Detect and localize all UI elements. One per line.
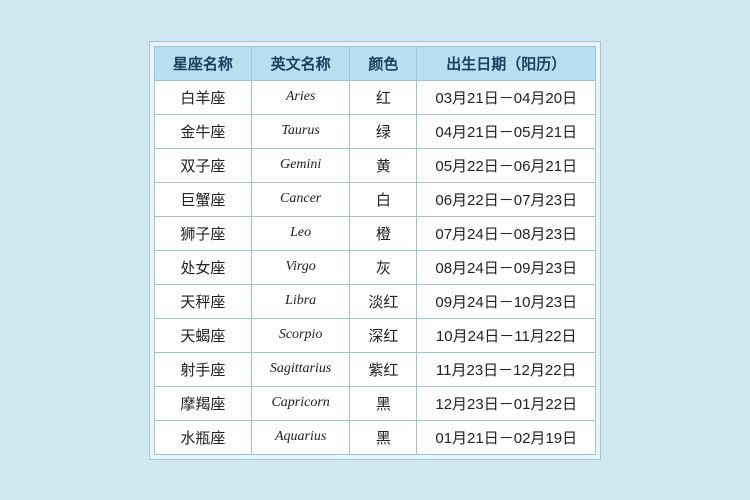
table-row: 白羊座Aries红03月21日－04月20日 xyxy=(154,80,595,114)
table-header-row: 星座名称 英文名称 颜色 出生日期（阳历） xyxy=(154,46,595,80)
table-cell-r7-c3: 10月24日－11月22日 xyxy=(417,318,596,352)
table-cell-r6-c2: 淡红 xyxy=(350,284,417,318)
table-cell-r4-c3: 07月24日－08月23日 xyxy=(417,216,596,250)
table-cell-r3-c2: 白 xyxy=(350,182,417,216)
table-cell-r8-c0: 射手座 xyxy=(154,352,251,386)
table-cell-r2-c0: 双子座 xyxy=(154,148,251,182)
zodiac-table: 星座名称 英文名称 颜色 出生日期（阳历） 白羊座Aries红03月21日－04… xyxy=(154,46,596,455)
table-cell-r2-c2: 黄 xyxy=(350,148,417,182)
table-cell-r6-c1: Libra xyxy=(251,284,349,318)
table-cell-r0-c0: 白羊座 xyxy=(154,80,251,114)
table-row: 双子座Gemini黄05月22日－06月21日 xyxy=(154,148,595,182)
table-row: 金牛座Taurus绿04月21日－05月21日 xyxy=(154,114,595,148)
table-cell-r3-c1: Cancer xyxy=(251,182,349,216)
table-cell-r8-c3: 11月23日－12月22日 xyxy=(417,352,596,386)
table-cell-r8-c1: Sagittarius xyxy=(251,352,349,386)
zodiac-table-container: 星座名称 英文名称 颜色 出生日期（阳历） 白羊座Aries红03月21日－04… xyxy=(149,41,601,460)
table-cell-r1-c2: 绿 xyxy=(350,114,417,148)
table-cell-r7-c1: Scorpio xyxy=(251,318,349,352)
table-cell-r0-c1: Aries xyxy=(251,80,349,114)
table-cell-r6-c3: 09月24日－10月23日 xyxy=(417,284,596,318)
table-cell-r1-c1: Taurus xyxy=(251,114,349,148)
table-cell-r4-c0: 狮子座 xyxy=(154,216,251,250)
table-cell-r8-c2: 紫红 xyxy=(350,352,417,386)
table-row: 摩羯座Capricorn黑12月23日－01月22日 xyxy=(154,386,595,420)
table-cell-r1-c3: 04月21日－05月21日 xyxy=(417,114,596,148)
table-cell-r9-c1: Capricorn xyxy=(251,386,349,420)
table-cell-r2-c1: Gemini xyxy=(251,148,349,182)
table-cell-r5-c1: Virgo xyxy=(251,250,349,284)
table-row: 狮子座Leo橙07月24日－08月23日 xyxy=(154,216,595,250)
table-cell-r7-c0: 天蝎座 xyxy=(154,318,251,352)
table-cell-r1-c0: 金牛座 xyxy=(154,114,251,148)
table-cell-r5-c2: 灰 xyxy=(350,250,417,284)
col-header-date: 出生日期（阳历） xyxy=(417,46,596,80)
table-cell-r10-c3: 01月21日－02月19日 xyxy=(417,420,596,454)
table-row: 处女座Virgo灰08月24日－09月23日 xyxy=(154,250,595,284)
table-cell-r10-c0: 水瓶座 xyxy=(154,420,251,454)
table-cell-r9-c2: 黑 xyxy=(350,386,417,420)
table-cell-r10-c1: Aquarius xyxy=(251,420,349,454)
table-cell-r6-c0: 天秤座 xyxy=(154,284,251,318)
table-row: 水瓶座Aquarius黑01月21日－02月19日 xyxy=(154,420,595,454)
table-cell-r0-c2: 红 xyxy=(350,80,417,114)
col-header-color: 颜色 xyxy=(350,46,417,80)
table-cell-r10-c2: 黑 xyxy=(350,420,417,454)
table-cell-r7-c2: 深红 xyxy=(350,318,417,352)
table-cell-r9-c3: 12月23日－01月22日 xyxy=(417,386,596,420)
table-cell-r9-c0: 摩羯座 xyxy=(154,386,251,420)
table-row: 射手座Sagittarius紫红11月23日－12月22日 xyxy=(154,352,595,386)
table-cell-r3-c0: 巨蟹座 xyxy=(154,182,251,216)
table-row: 天蝎座Scorpio深红10月24日－11月22日 xyxy=(154,318,595,352)
table-cell-r0-c3: 03月21日－04月20日 xyxy=(417,80,596,114)
table-row: 巨蟹座Cancer白06月22日－07月23日 xyxy=(154,182,595,216)
table-cell-r2-c3: 05月22日－06月21日 xyxy=(417,148,596,182)
table-cell-r4-c2: 橙 xyxy=(350,216,417,250)
table-row: 天秤座Libra淡红09月24日－10月23日 xyxy=(154,284,595,318)
table-cell-r4-c1: Leo xyxy=(251,216,349,250)
table-cell-r3-c3: 06月22日－07月23日 xyxy=(417,182,596,216)
col-header-english-name: 英文名称 xyxy=(251,46,349,80)
table-cell-r5-c3: 08月24日－09月23日 xyxy=(417,250,596,284)
col-header-chinese-name: 星座名称 xyxy=(154,46,251,80)
table-cell-r5-c0: 处女座 xyxy=(154,250,251,284)
